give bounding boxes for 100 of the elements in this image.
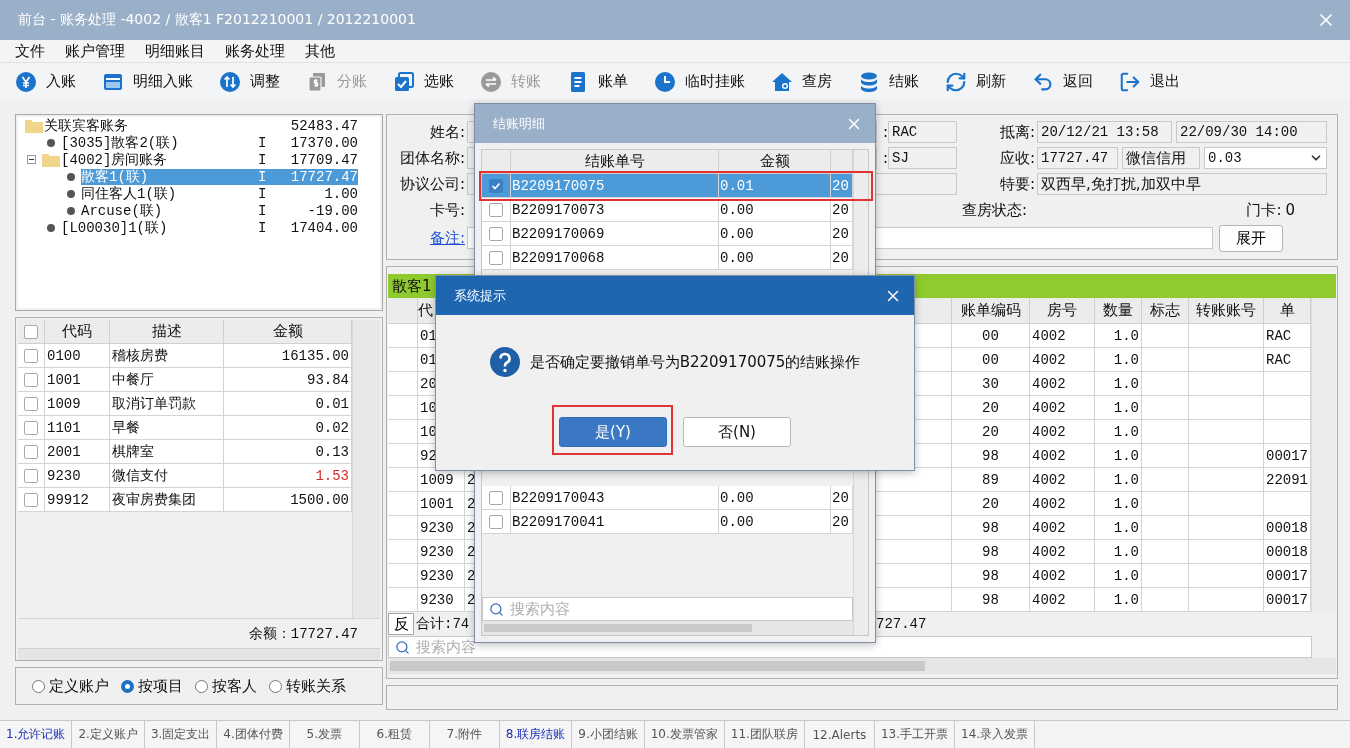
table-cell: 4002 (1030, 468, 1095, 492)
table-cell: 1.0 (1095, 348, 1142, 372)
field-label: 姓名: (428, 122, 465, 142)
field-label: : (881, 149, 888, 167)
table-cell: 1.0 (1095, 420, 1142, 444)
column-header: 转账账号 (1189, 298, 1264, 324)
table-cell: 00018 (1264, 516, 1311, 540)
table-cell: 4002 (1030, 516, 1095, 540)
table-cell: 1.0 (1095, 468, 1142, 492)
table-cell: 00017 (1264, 444, 1311, 468)
table-cell: 9230 (45, 464, 110, 488)
table-cell: 99912 (45, 488, 110, 512)
table-cell: 1.0 (1095, 588, 1142, 612)
table-cell: 4002 (1030, 324, 1095, 348)
table-cell: 取消订单罚款 (110, 392, 224, 416)
table-cell: 4002 (1030, 588, 1095, 612)
table-cell: 4002 (1030, 396, 1095, 420)
field-label: 特要: (998, 174, 1035, 194)
table-cell: 98 (952, 588, 1030, 612)
field-label: 门卡: (1246, 200, 1282, 220)
table-cell: 4002 (1030, 492, 1095, 516)
table-cell: 98 (952, 540, 1030, 564)
table-cell: 89 (952, 468, 1030, 492)
column-header: 金额 (719, 150, 831, 174)
table-cell: 1101 (45, 416, 110, 440)
table-cell: 1001 (45, 368, 110, 392)
table-cell: 中餐厅 (110, 368, 224, 392)
table-cell: 1.0 (1095, 324, 1142, 348)
field-label: : (881, 123, 888, 141)
table-cell: 98 (952, 564, 1030, 588)
table-cell: 93.84 (224, 368, 352, 392)
table-cell: RAC (1264, 348, 1311, 372)
column-header: 描述 (110, 320, 224, 344)
table-cell: 1.0 (1095, 396, 1142, 420)
table-cell: 早餐 (110, 416, 224, 440)
table-cell: 1.0 (1095, 372, 1142, 396)
table-cell: 1.0 (1095, 516, 1142, 540)
table-cell: 9230 (418, 516, 465, 540)
table-cell: 微信支付 (110, 464, 224, 488)
column-header: 房号 (1030, 298, 1095, 324)
table-cell: 9230 (418, 564, 465, 588)
table-cell: 00 (952, 348, 1030, 372)
total-amount: 727.47 (876, 616, 928, 632)
dialog-title: 结账明细 (493, 114, 545, 133)
table-cell: 4002 (1030, 444, 1095, 468)
table-cell: 4002 (1030, 420, 1095, 444)
table-cell: 0100 (45, 344, 110, 368)
table-cell: 20 (952, 396, 1030, 420)
table-cell: 1.0 (1095, 540, 1142, 564)
table-cell: 0.00 (719, 510, 831, 534)
table-cell: 4002 (1030, 348, 1095, 372)
column-header: 标志 (1142, 298, 1189, 324)
table-cell: 30 (952, 372, 1030, 396)
table-cell: 20 (952, 420, 1030, 444)
column-header: 结账单号 (511, 150, 719, 174)
table-cell: 1.53 (224, 464, 352, 488)
table-cell: 4002 (1030, 372, 1095, 396)
table-cell: 98 (952, 444, 1030, 468)
table-cell: 0.01 (224, 392, 352, 416)
table-cell: 1001 (418, 492, 465, 516)
column-header: 代码 (45, 320, 110, 344)
table-cell: 4002 (1030, 564, 1095, 588)
table-cell: 22091 (1264, 468, 1311, 492)
table-cell: 稽核房费 (110, 344, 224, 368)
table-cell: 0.00 (719, 246, 831, 270)
table-cell: 0.13 (224, 440, 352, 464)
table-cell: 0.02 (224, 416, 352, 440)
table-cell: 98 (952, 516, 1030, 540)
table-cell: B2209170068 (511, 246, 719, 270)
table-cell: 20 (952, 492, 1030, 516)
column-header: 单 (1264, 298, 1311, 324)
table-cell: 1009 (45, 392, 110, 416)
column-header: 金额 (224, 320, 352, 344)
table-cell: 1.0 (1095, 444, 1142, 468)
table-cell: 00017 (1264, 588, 1311, 612)
table-cell: 2001 (45, 440, 110, 464)
window-title: 前台 - 账务处理 -4002 / 散客1 F2012210001 / 2012210001 (18, 11, 416, 29)
column-header: 数量 (1095, 298, 1142, 324)
table-cell: 4002 (1030, 540, 1095, 564)
table-cell: B2209170041 (511, 510, 719, 534)
table-cell: 00017 (1264, 564, 1311, 588)
table-cell: 00018 (1264, 540, 1311, 564)
table-cell: RAC (1264, 324, 1311, 348)
table-cell: 夜审房费集团 (110, 488, 224, 512)
balance-text: 余额：17727.47 (248, 624, 358, 643)
field-label: 抵离: (998, 122, 1035, 142)
message-text: 是否确定要撤销单号为B2209170075的结账操作 (529, 352, 861, 372)
table-cell: 1500.00 (224, 488, 352, 512)
table-cell: 00 (952, 324, 1030, 348)
column-header: 账单编码 (952, 298, 1030, 324)
field-label: 团体名称: (398, 148, 465, 168)
table-cell: 16135.00 (224, 344, 352, 368)
table-cell: 1.0 (1095, 492, 1142, 516)
table-cell: 9230 (418, 540, 465, 564)
total-text: 合计:74 (416, 615, 470, 633)
field-label: 查房状态: (962, 200, 1028, 220)
field-label: 协议公司: (398, 174, 465, 194)
table-cell: 棋牌室 (110, 440, 224, 464)
field-label: 卡号: (428, 200, 465, 220)
table-cell: 9230 (418, 588, 465, 612)
